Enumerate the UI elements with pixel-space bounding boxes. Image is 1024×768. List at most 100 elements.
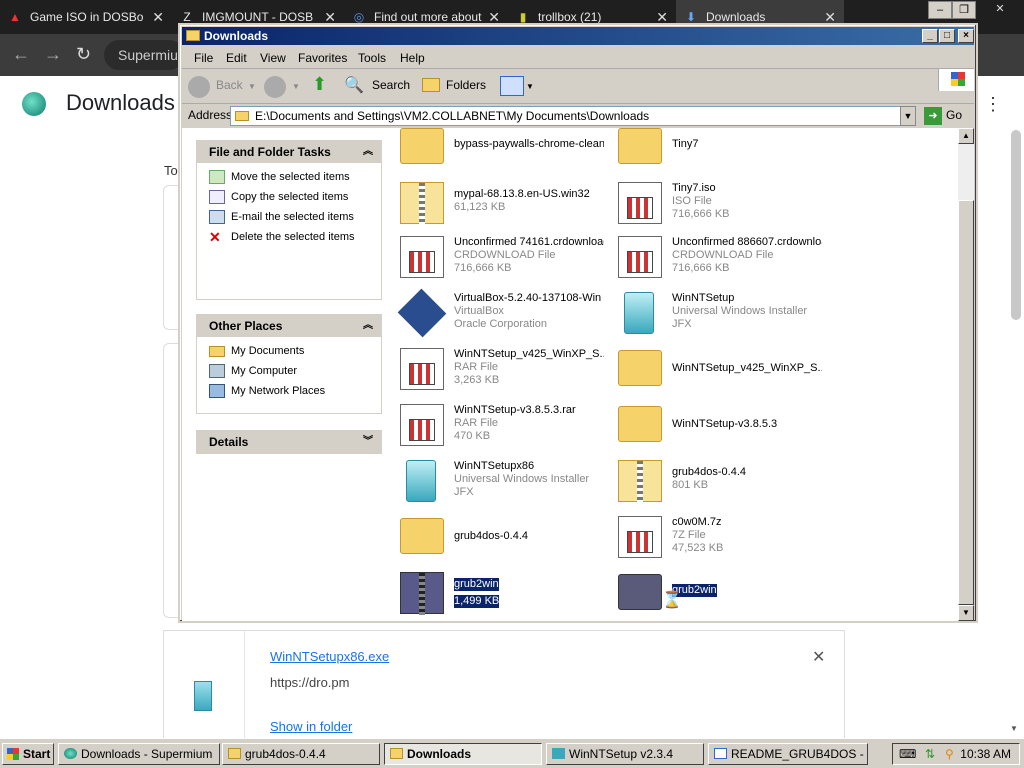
file-item[interactable]: WinNTSetup_v425_WinXP_S... [614,344,824,394]
my-network-places-link[interactable]: My Network Places [197,381,381,401]
scroll-up-icon[interactable]: ▲ [958,128,974,144]
panel-header[interactable]: Details ︾ [197,431,381,453]
email-items-link[interactable]: E-mail the selected items [197,207,381,227]
window-titlebar[interactable]: Downloads _ □ × [182,27,974,45]
taskbar-item[interactable]: grub4dos-0.4.4 [222,743,380,765]
scroll-down-icon[interactable]: ▼ [1010,724,1018,733]
views-icon[interactable] [500,76,524,96]
my-documents-link[interactable]: My Documents [197,341,381,361]
panel-header[interactable]: File and Folder Tasks ︽ [197,141,381,163]
file-item[interactable]: VirtualBox-5.2.40-137108-Win VirtualBox Or… [396,288,606,338]
search-icon[interactable]: 🔍 [344,75,364,95]
file-item[interactable]: Tiny7 [614,128,824,178]
date-heading: To [164,163,178,178]
back-arrow-icon[interactable]: ← [12,44,30,65]
restore-button[interactable]: ❐ [952,1,976,19]
remove-download-icon[interactable]: ✕ [812,647,825,667]
delete-items-link[interactable]: ✕ Delete the selected items [197,227,381,247]
chevron-down-icon[interactable]: ▼ [248,82,256,91]
chevron-down-icon[interactable]: ▼ [292,82,300,91]
download-filename-link[interactable]: WinNTSetupx86.exe [270,649,389,664]
file-item[interactable]: WinNTSetupx86 Universal Windows Installer… [396,456,606,506]
joystick-icon: ▲ [9,10,21,24]
file-item-selected[interactable]: grub2win [614,568,824,618]
file-item-selected[interactable]: grub2win 1,499 KB [396,568,606,618]
folder-icon [618,128,662,164]
virtualbox-icon [397,288,447,338]
file-item[interactable]: grub4dos-0.4.4 801 KB [614,456,824,506]
scroll-thumb[interactable] [1011,130,1021,320]
file-item[interactable]: mypal-68.13.8.en-US.win32 61,123 KB [396,178,606,228]
reload-icon[interactable]: ↻ [76,44,91,65]
close-button[interactable]: × [958,29,974,43]
file-item[interactable]: c0w0M.7z 7Z File 47,523 KB [614,512,824,562]
file-item[interactable]: WinNTSetup_v425_WinXP_S... RAR File 3,263 … [396,344,606,394]
scroll-thumb[interactable] [958,200,974,605]
collapse-icon[interactable]: ︽ [363,315,373,337]
search-button[interactable]: Search [372,78,410,92]
taskbar-item[interactable]: README_GRUB4DOS - ... [708,743,868,765]
taskbar-item[interactable]: Downloads - Supermium [58,743,220,765]
move-items-link[interactable]: Move the selected items [197,167,381,187]
collapse-icon[interactable]: ︽ [363,141,373,163]
my-computer-link[interactable]: My Computer [197,361,381,381]
explorer-window: Downloads _ □ × File Edit View Favorites… [178,23,978,623]
forward-arrow-icon[interactable]: → [44,44,62,65]
address-input[interactable]: E:\Documents and Settings\VM2.COLLABNET\… [230,106,916,126]
go-arrow-icon[interactable]: ➜ [924,107,942,125]
menu-tools[interactable]: Tools [358,51,386,65]
taskbar-item-active[interactable]: Downloads [384,743,542,765]
panel-header[interactable]: Other Places ︽ [197,315,381,337]
move-icon [209,170,225,184]
menu-view[interactable]: View [260,51,286,65]
go-button[interactable]: Go [946,108,962,122]
file-item[interactable]: WinNTSetup-v3.8.5.3.rar RAR File 470 KB [396,400,606,450]
minimize-button[interactable]: _ [922,29,938,43]
folder-up-icon[interactable]: ⬆ [312,74,327,95]
file-item[interactable]: bypass-paywalls-chrome-clean-... [396,128,606,178]
divider [244,631,245,741]
file-item[interactable]: Tiny7.iso ISO File 716,666 KB [614,178,824,228]
search-icon[interactable]: ⚲ [945,744,954,764]
forward-arrow-icon[interactable] [264,76,286,98]
close-icon[interactable]: ✕ [152,0,164,34]
copy-items-link[interactable]: Copy the selected items [197,187,381,207]
minimize-button[interactable]: – [928,1,952,19]
taskbar-item[interactable]: WinNTSetup v2.3.4 [546,743,704,765]
folder-icon [186,30,200,41]
system-tray: ⌨ ⇅ ⚲ 10:38 AM [892,743,1020,765]
omnibox[interactable]: Supermiu [104,40,184,70]
menu-file[interactable]: File [194,51,213,65]
document-icon [400,348,444,390]
network-icon[interactable]: ⇅ [925,744,935,764]
menu-help[interactable]: Help [400,51,425,65]
zip-folder-icon [400,182,444,225]
file-item[interactable]: WinNTSetup Universal Windows Installer JFX [614,288,824,338]
file-item[interactable]: Unconfirmed 886607.crdownload CRDOWNLOAD … [614,232,824,282]
expand-icon[interactable]: ︾ [363,431,373,453]
back-arrow-icon[interactable] [188,76,210,98]
more-menu-icon[interactable]: ⋮ [984,94,1002,115]
menu-favorites[interactable]: Favorites [298,51,347,65]
keyboard-icon[interactable]: ⌨ [899,744,916,764]
folders-button[interactable]: Folders [446,78,486,92]
chevron-down-icon[interactable]: ▼ [900,106,916,126]
busy-cursor-icon: ⌛ [662,592,682,609]
folder-icon [209,346,225,357]
file-item[interactable]: grub4dos-0.4.4 [396,512,606,562]
page-scrollbar[interactable] [1008,130,1024,730]
show-in-folder-link[interactable]: Show in folder [270,719,352,734]
folder-icon [618,350,662,386]
folders-icon [422,78,440,92]
file-item[interactable]: WinNTSetup-v3.8.5.3 [614,400,824,450]
close-button[interactable]: ✕ [980,1,1020,19]
chevron-down-icon[interactable]: ▼ [526,82,534,91]
file-item[interactable]: Unconfirmed 74161.crdownload CRDOWNLOAD F… [396,232,606,282]
scroll-down-icon[interactable]: ▼ [958,605,974,621]
menu-edit[interactable]: Edit [226,51,247,65]
file-list-scrollbar[interactable]: ▲ ▼ [958,128,974,621]
start-button[interactable]: Start [2,743,54,765]
back-button[interactable]: Back [216,78,243,92]
maximize-button[interactable]: □ [939,29,955,43]
browser-tab[interactable]: ▲ Game ISO in DOSBo ✕ [0,0,172,34]
